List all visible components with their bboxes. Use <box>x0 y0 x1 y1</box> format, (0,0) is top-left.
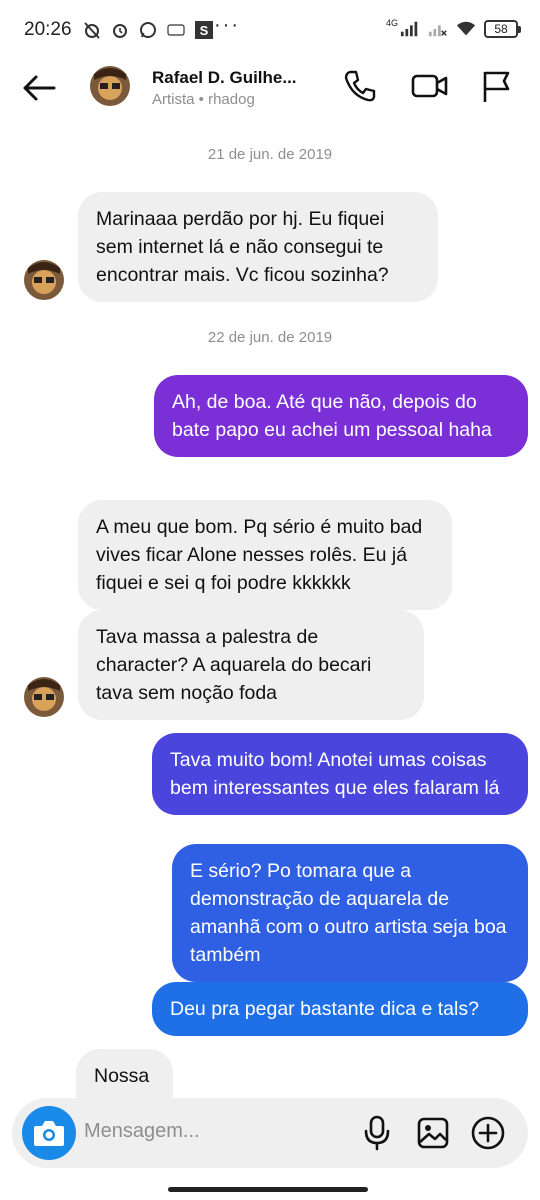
battery-indicator: 58 <box>484 20 521 38</box>
alarm-icon <box>110 20 130 40</box>
app-s-icon: S <box>194 20 214 40</box>
message-outgoing[interactable]: E sério? Po tomara que a demonstração de… <box>172 844 528 982</box>
avatar[interactable] <box>24 260 64 300</box>
wifi-icon <box>456 19 476 39</box>
chat-header: Rafael D. Guilhe... Artista • rhadog <box>0 58 540 124</box>
back-arrow-icon[interactable] <box>20 68 60 108</box>
add-icon[interactable] <box>468 1113 508 1153</box>
alarm-off-icon <box>82 20 102 40</box>
message-outgoing[interactable]: Ah, de boa. Até que não, depois do bate … <box>154 375 528 457</box>
camera-icon[interactable] <box>22 1106 76 1160</box>
message-outgoing[interactable]: Deu pra pegar bastante dica e tals? <box>152 982 528 1036</box>
status-time: 20:26 <box>24 19 72 40</box>
date-separator: 21 de jun. de 2019 <box>207 146 333 163</box>
phone-icon[interactable] <box>340 66 380 106</box>
gallery-icon[interactable] <box>413 1113 453 1153</box>
microphone-icon[interactable] <box>357 1113 397 1153</box>
network-type: 4G <box>385 18 398 28</box>
message-incoming[interactable]: Nossa <box>76 1049 173 1098</box>
avatar[interactable] <box>90 66 130 106</box>
video-icon[interactable] <box>410 66 450 106</box>
svg-text:S: S <box>200 23 209 38</box>
globoplay-icon <box>166 20 186 40</box>
more-notifications: ··· <box>214 14 240 36</box>
home-indicator[interactable] <box>168 1187 368 1192</box>
contact-name[interactable]: Rafael D. Guilhe... <box>152 68 297 88</box>
date-separator: 22 de jun. de 2019 <box>207 329 333 346</box>
message-input[interactable]: Mensagem... <box>84 1120 200 1143</box>
status-bar: 20:26 S ··· 4G 58 <box>0 0 540 58</box>
message-incoming[interactable]: Marinaaa perdão por hj. Eu fiquei sem in… <box>78 192 438 302</box>
signal-off-icon <box>428 19 448 39</box>
signal-icon <box>400 19 420 39</box>
whatsapp-icon <box>138 20 158 40</box>
message-composer: Mensagem... <box>12 1098 528 1168</box>
avatar[interactable] <box>24 677 64 717</box>
contact-subtitle: Artista • rhadog <box>152 91 255 108</box>
flag-icon[interactable] <box>476 66 516 106</box>
message-outgoing[interactable]: Tava muito bom! Anotei umas coisas bem i… <box>152 733 528 815</box>
message-incoming[interactable]: A meu que bom. Pq sério é muito bad vive… <box>78 500 452 610</box>
message-incoming[interactable]: Tava massa a palestra de character? A aq… <box>78 610 424 720</box>
